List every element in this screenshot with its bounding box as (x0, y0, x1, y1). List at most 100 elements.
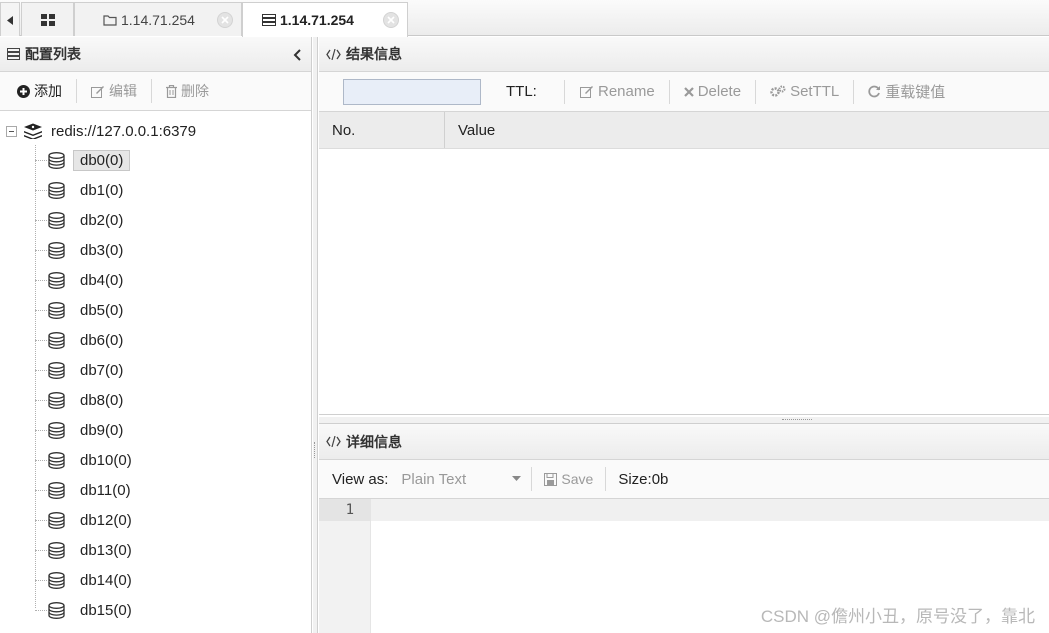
database-icon (48, 361, 65, 379)
collapse-toggle[interactable] (6, 125, 17, 137)
view-as-label: View as: (332, 470, 389, 488)
code-icon (326, 48, 341, 60)
tree-connector (35, 399, 47, 401)
toolbar-divider (668, 79, 670, 104)
caret-down-icon (512, 476, 522, 481)
tab-close-button[interactable] (217, 12, 233, 28)
tree-db-node[interactable]: db6(0) (35, 328, 130, 352)
watermark: CSDN @儋州小丑，原号没了，靠北 (760, 607, 1035, 626)
edit-button[interactable]: 编辑 (83, 78, 145, 104)
tree-db-node[interactable]: db0(0) (35, 148, 131, 172)
db-node-label: db10(0) (80, 451, 132, 469)
tree-db-node[interactable]: db13(0) (35, 538, 139, 562)
tree-db-node[interactable]: db8(0) (35, 388, 130, 412)
rename-button[interactable]: Rename (572, 79, 663, 105)
db-node-label: db12(0) (80, 511, 132, 529)
tab-label: 1.14.71.254 (280, 12, 354, 28)
tab-close-button[interactable] (383, 12, 399, 28)
ttl-label: TTL: (506, 83, 537, 100)
vertical-splitter[interactable] (313, 37, 318, 633)
save-button[interactable]: Save (540, 466, 597, 492)
db-node-label: db9(0) (80, 421, 124, 439)
db-node-label: db0(0) (73, 149, 131, 171)
db-node-label: db3(0) (80, 241, 124, 259)
tree-db-node[interactable]: db7(0) (35, 358, 130, 382)
db-node-label: db15(0) (80, 601, 132, 619)
database-icon (48, 601, 65, 619)
database-icon (48, 421, 65, 439)
chevron-left-icon (293, 49, 301, 61)
config-panel-title: 配置列表 (25, 46, 81, 62)
tree-db-node[interactable]: db5(0) (35, 298, 130, 322)
refresh-icon (868, 85, 881, 98)
column-header-value[interactable]: Value (445, 112, 495, 148)
detail-toolbar: View as: Plain Text Save Size:0b (319, 460, 1049, 499)
view-as-select[interactable]: Plain Text (401, 466, 523, 492)
tab-connection-server[interactable]: 1.14.71.254 (242, 2, 408, 37)
reload-button[interactable]: 重载键值 (860, 79, 953, 105)
set-ttl-label: SetTTL (790, 83, 840, 100)
tab-connection-folder[interactable]: 1.14.71.254 (74, 2, 242, 36)
database-icon (48, 151, 65, 169)
delete-button[interactable]: 删除 (158, 78, 217, 104)
tree-db-node[interactable]: db2(0) (35, 208, 130, 232)
tree-db-node[interactable]: db15(0) (35, 598, 139, 622)
db-node-label: db4(0) (80, 271, 124, 289)
column-header-no[interactable]: No. (319, 112, 445, 148)
db-node-label: db14(0) (80, 571, 132, 589)
collapse-panel-button[interactable] (293, 48, 301, 64)
toolbar-divider (76, 79, 77, 103)
add-button[interactable]: 添加 (9, 78, 70, 104)
tab-scroll-left-button[interactable] (0, 2, 20, 36)
database-icon (48, 301, 65, 319)
horizontal-splitter[interactable] (319, 417, 1049, 424)
database-icon (48, 391, 65, 409)
database-icon (48, 271, 65, 289)
tree-connector (35, 159, 47, 161)
reload-label: 重载键值 (885, 84, 946, 101)
server-icon (7, 48, 20, 60)
tree-db-node[interactable]: db9(0) (35, 418, 130, 442)
tree-connector (35, 279, 47, 281)
tree-connector (35, 249, 47, 251)
code-icon (326, 436, 341, 447)
editor-active-line[interactable] (371, 499, 1049, 521)
tree-connector (35, 579, 47, 581)
add-label: 添加 (34, 83, 62, 99)
db-node-label: db11(0) (80, 481, 131, 499)
tree-db-node[interactable]: db4(0) (35, 268, 130, 292)
delete-key-button[interactable]: Delete (676, 79, 749, 105)
caret-left-icon (7, 16, 13, 25)
tree-db-node[interactable]: db10(0) (35, 448, 139, 472)
tree-db-node[interactable]: db12(0) (35, 508, 139, 532)
plus-circle-icon (17, 84, 30, 98)
tab-home[interactable] (21, 2, 74, 36)
db-node-label: db5(0) (80, 301, 124, 319)
tree-db-node[interactable]: db14(0) (35, 568, 139, 592)
view-as-value: Plain Text (401, 470, 467, 488)
toolbar-divider (755, 79, 757, 104)
database-icon (48, 541, 65, 559)
result-table-header: No. Value (319, 112, 1049, 149)
tree-db-node[interactable]: db3(0) (35, 238, 130, 262)
set-ttl-button[interactable]: SetTTL (762, 79, 847, 105)
gears-icon (770, 85, 786, 98)
tree-connector (35, 339, 47, 341)
close-icon (221, 16, 229, 24)
trash-icon (166, 84, 177, 98)
db-node-label: db8(0) (80, 391, 124, 409)
folder-icon (103, 14, 117, 26)
key-name-input[interactable] (343, 78, 481, 105)
tree-db-node[interactable]: db1(0) (35, 178, 130, 202)
database-icon (48, 241, 65, 259)
line-number: 1 (319, 499, 371, 521)
result-table-body (319, 149, 1049, 415)
tab-bar: 1.14.71.254 1.14.71.254 (0, 0, 1049, 37)
tree-root-node[interactable]: redis://127.0.0.1:6379 (6, 120, 196, 142)
tree-db-node[interactable]: db11(0) (35, 478, 138, 502)
connection-tree: redis://127.0.0.1:6379 db0(0) db1(0) db2(0… (0, 111, 311, 631)
toolbar-divider (151, 79, 152, 103)
database-icon (48, 451, 65, 469)
edit-icon (580, 85, 594, 98)
detail-panel-header: 详细信息 (319, 424, 1049, 460)
